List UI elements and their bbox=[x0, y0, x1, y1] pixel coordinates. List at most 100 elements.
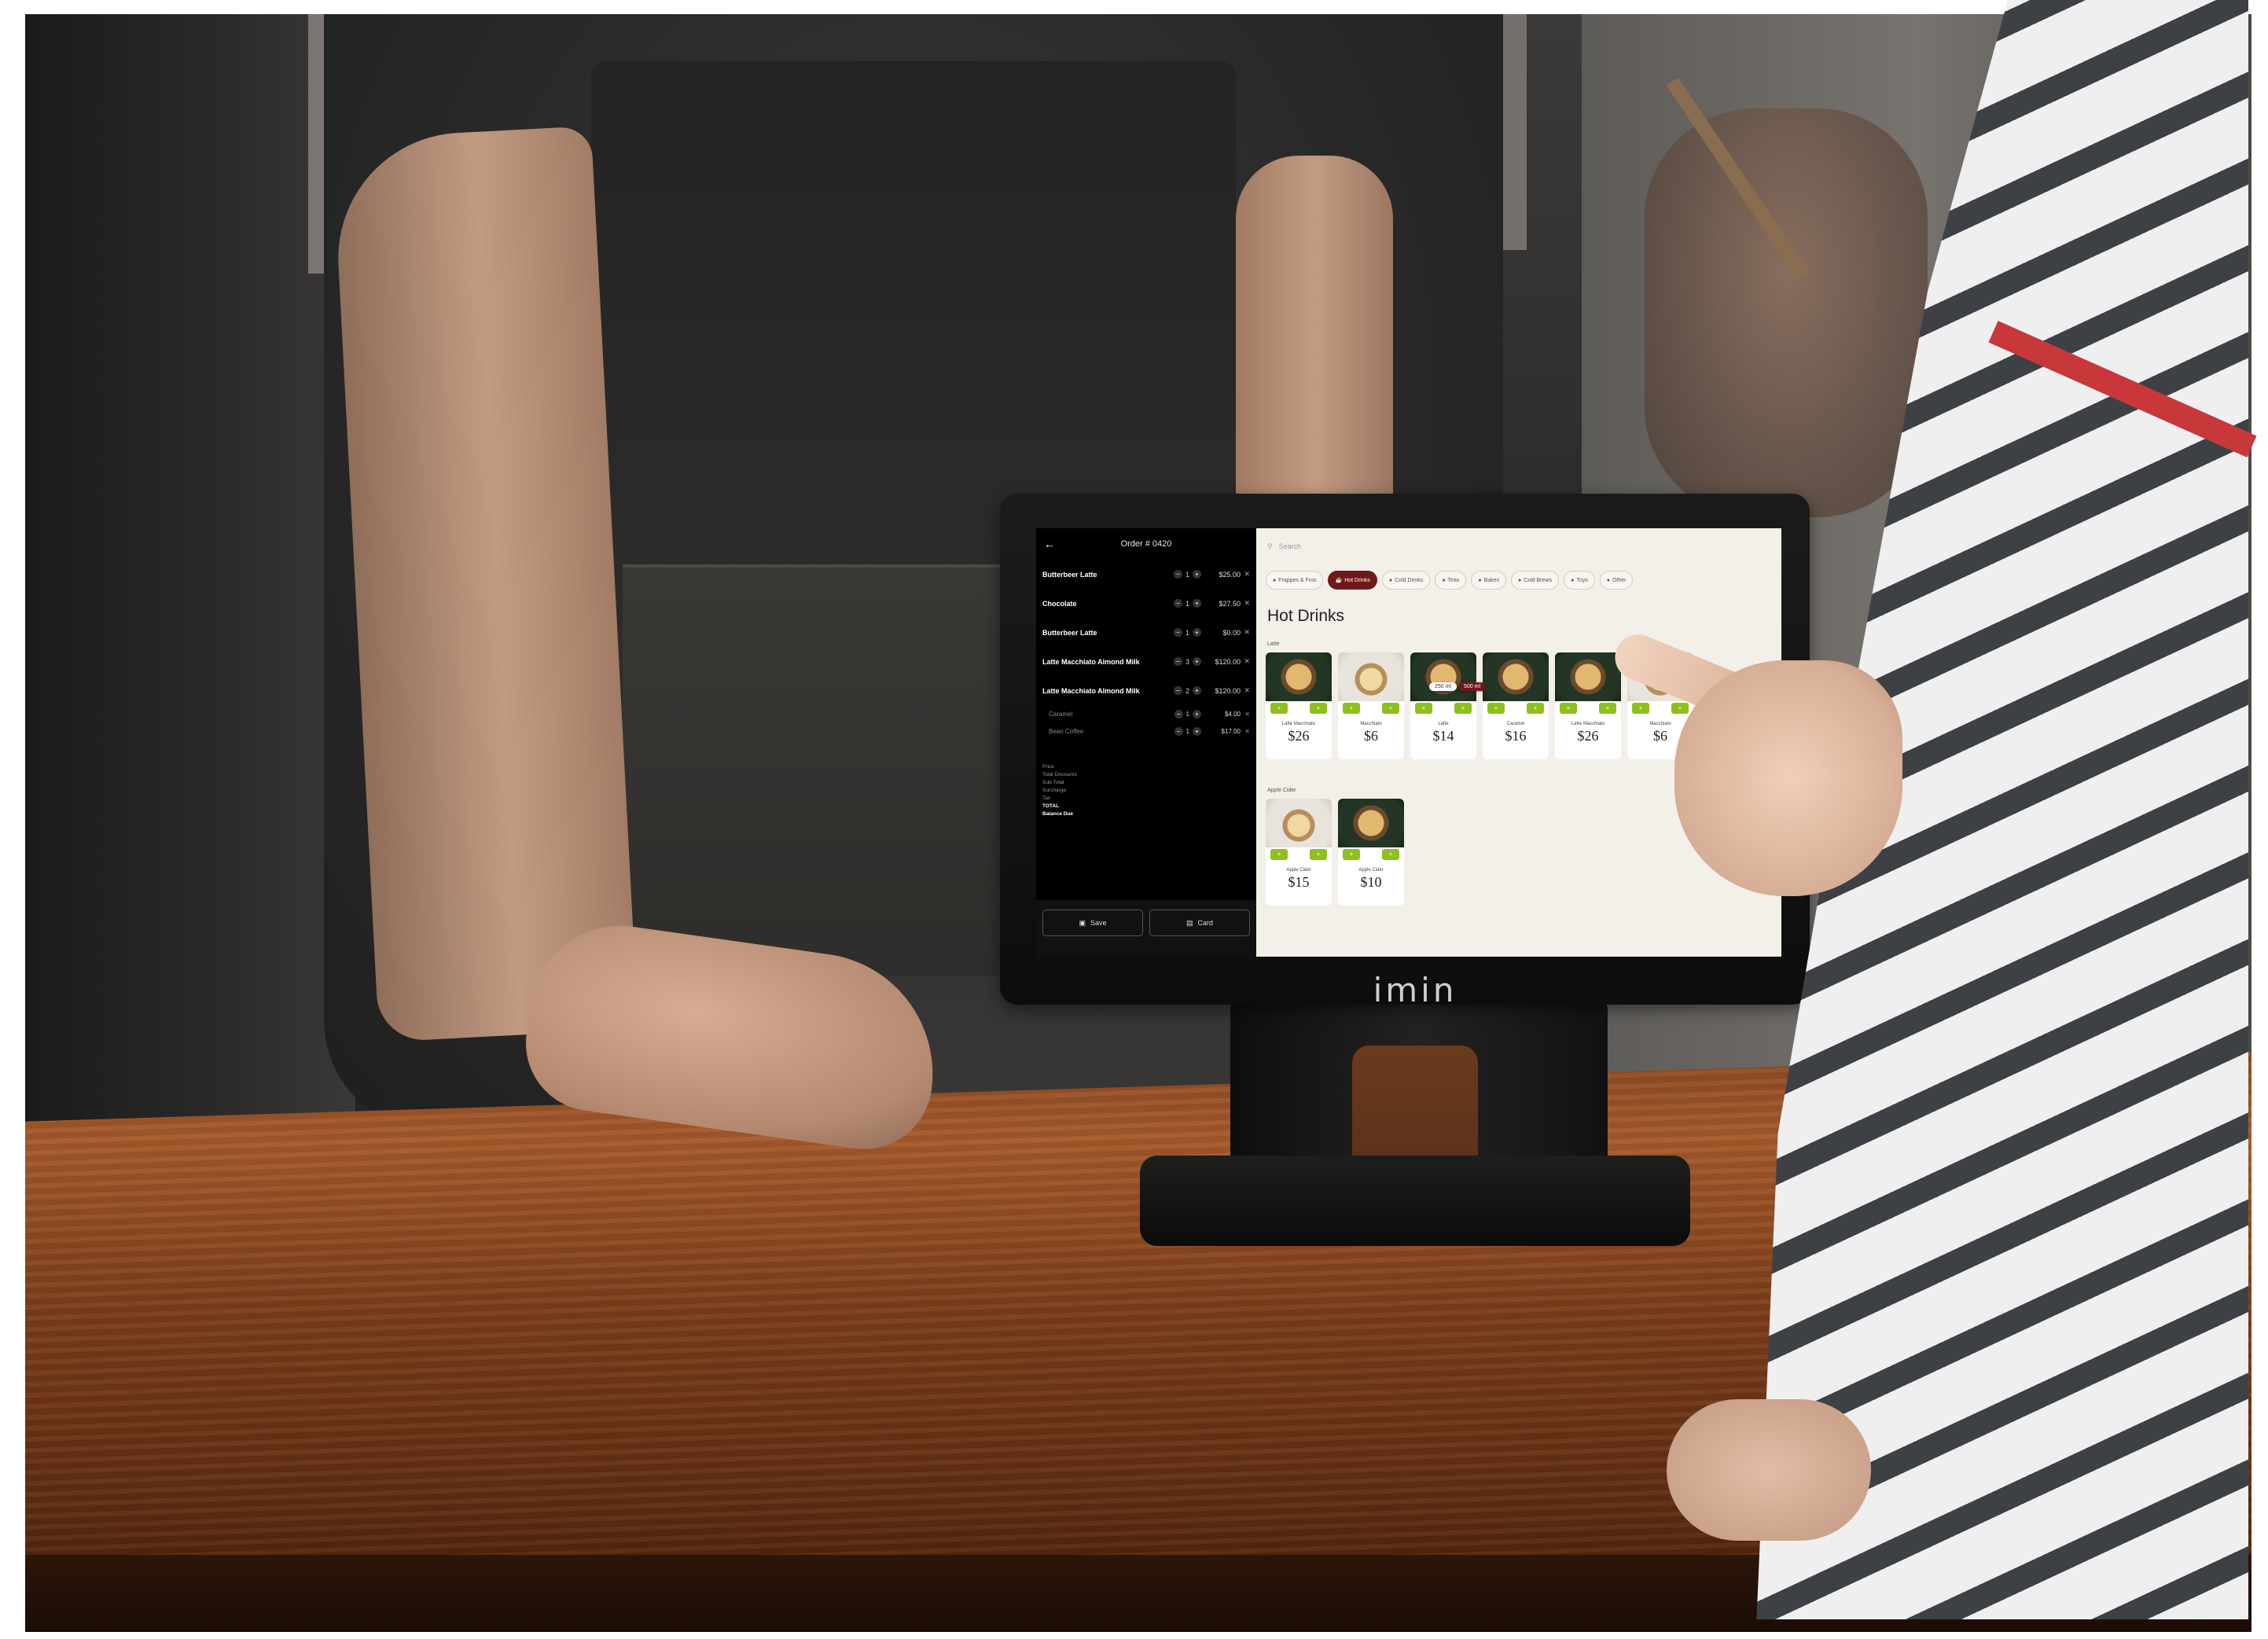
product-image bbox=[1266, 799, 1332, 847]
summary-row: Sub-Total bbox=[1042, 780, 1064, 785]
save-button[interactable]: ▣ Save bbox=[1042, 910, 1143, 936]
tab-frappes[interactable]: ● Frappes & Fros bbox=[1266, 571, 1324, 590]
order-item-price: $0.00 bbox=[1222, 628, 1241, 637]
order-item[interactable]: Butterbeer Latte −1 + $0.00 ✕ bbox=[1036, 618, 1256, 647]
remove-icon[interactable]: ✕ bbox=[1241, 628, 1250, 637]
tab-cold-drinks[interactable]: ● Cold Drinks bbox=[1381, 571, 1431, 590]
remove-icon[interactable]: ✕ bbox=[1241, 711, 1250, 718]
add-icon[interactable]: + bbox=[1487, 703, 1505, 714]
plus-button[interactable]: + bbox=[1193, 709, 1201, 718]
product-card[interactable]: + + Latte Macchiato $26 bbox=[1555, 652, 1621, 759]
order-item[interactable]: Butterbeer Latte −1 + $25.00 ✕ bbox=[1036, 560, 1256, 589]
product-card[interactable]: + + Caramel $16 bbox=[1483, 652, 1549, 759]
remove-icon[interactable]: ✕ bbox=[1241, 657, 1250, 666]
add-icon[interactable]: + bbox=[1270, 849, 1288, 860]
cup-icon: ☕ bbox=[1335, 578, 1343, 583]
add-icon[interactable]: + bbox=[1599, 703, 1616, 714]
minus-button[interactable]: − bbox=[1173, 628, 1182, 637]
add-icon[interactable]: + bbox=[1527, 703, 1544, 714]
minus-button[interactable]: − bbox=[1173, 599, 1182, 608]
minus-button[interactable]: − bbox=[1173, 657, 1182, 666]
order-item[interactable]: Latte Macchiato Almond Milk −2 + $120.00 … bbox=[1036, 676, 1256, 705]
order-item[interactable]: Latte Macchiato Almond Milk −3 + $120.00 … bbox=[1036, 647, 1256, 676]
plus-button[interactable]: + bbox=[1193, 726, 1201, 736]
background-wall-left bbox=[25, 14, 355, 1154]
sub-item-price: $4.00 bbox=[1224, 710, 1241, 718]
product-image bbox=[1338, 799, 1404, 847]
card-icon: ▤ bbox=[1185, 918, 1193, 927]
plus-button[interactable]: + bbox=[1193, 657, 1201, 666]
minus-button[interactable]: − bbox=[1173, 686, 1182, 695]
order-item-name: Latte Macchiato Almond Milk bbox=[1042, 686, 1140, 695]
add-icon[interactable]: + bbox=[1632, 703, 1649, 714]
product-name: Latte Macchiato bbox=[1571, 722, 1605, 726]
summary-row: Price bbox=[1042, 764, 1054, 770]
size-option[interactable]: 250 ml bbox=[1429, 682, 1457, 691]
order-item-qty: 3 bbox=[1185, 657, 1189, 666]
size-selector[interactable]: 250 ml 500 ml bbox=[1429, 682, 1487, 691]
product-card[interactable]: + + Apple Cider $15 bbox=[1266, 799, 1332, 906]
tab-cold-brews[interactable]: ● Cold Brews bbox=[1511, 571, 1560, 590]
product-card[interactable]: + + Latte Macchiato $26 bbox=[1266, 652, 1332, 759]
back-arrow-icon[interactable]: ← bbox=[1044, 538, 1068, 550]
order-sub-item[interactable]: Bean Coffee −1 + $17.00 ✕ bbox=[1036, 722, 1256, 740]
add-icon[interactable]: + bbox=[1454, 703, 1472, 714]
customer-lower-hand bbox=[1667, 1399, 1871, 1541]
minus-button[interactable]: − bbox=[1174, 726, 1183, 736]
add-icon[interactable]: + bbox=[1415, 703, 1432, 714]
product-price: $6 bbox=[1364, 728, 1378, 744]
size-option-selected[interactable]: 500 ml bbox=[1458, 682, 1487, 691]
product-card[interactable]: + + Macchiato $6 bbox=[1338, 652, 1404, 759]
product-name: Macchiato bbox=[1360, 722, 1382, 726]
order-item-price: $27.50 bbox=[1219, 599, 1241, 608]
product-card[interactable]: + + Apple Cider $10 bbox=[1338, 799, 1404, 906]
remove-icon[interactable]: ✕ bbox=[1241, 686, 1250, 695]
remove-icon[interactable]: ✕ bbox=[1241, 728, 1250, 735]
tab-hot-drinks[interactable]: ☕ Hot Drinks bbox=[1328, 571, 1377, 590]
product-price: $10 bbox=[1360, 874, 1382, 890]
add-icon[interactable]: + bbox=[1310, 849, 1327, 860]
sub-item-qty: 1 bbox=[1185, 710, 1189, 718]
add-icon[interactable]: + bbox=[1310, 703, 1327, 714]
remove-icon[interactable]: ✕ bbox=[1241, 599, 1250, 608]
card-button[interactable]: ▤ Card bbox=[1149, 910, 1250, 936]
add-icon[interactable]: + bbox=[1382, 849, 1399, 860]
order-item-qty: 2 bbox=[1185, 686, 1189, 695]
minus-button[interactable]: − bbox=[1173, 570, 1182, 579]
add-icon[interactable]: + bbox=[1671, 703, 1689, 714]
add-icon[interactable]: + bbox=[1560, 703, 1577, 714]
product-price: $14 bbox=[1432, 728, 1454, 744]
search-bar[interactable]: ⚲ Search bbox=[1267, 538, 1770, 555]
product-name: Apple Cider bbox=[1358, 868, 1384, 873]
minus-button[interactable]: − bbox=[1174, 709, 1183, 718]
product-image bbox=[1266, 652, 1332, 701]
save-icon: ▣ bbox=[1079, 918, 1086, 927]
order-item-qty: 1 bbox=[1185, 570, 1189, 579]
summary-balance-due: Balance Due bbox=[1042, 811, 1074, 817]
product-card[interactable]: + + Latte $14 bbox=[1410, 652, 1476, 759]
terminal-base bbox=[1140, 1156, 1690, 1246]
tab-other[interactable]: ● Other bbox=[1599, 571, 1634, 590]
product-price: $16 bbox=[1505, 728, 1527, 744]
product-image bbox=[1483, 652, 1549, 701]
remove-icon[interactable]: ✕ bbox=[1241, 570, 1250, 579]
order-item[interactable]: Chocolate −1 + $27.50 ✕ bbox=[1036, 589, 1256, 618]
add-icon[interactable]: + bbox=[1343, 849, 1360, 860]
add-icon[interactable]: + bbox=[1382, 703, 1399, 714]
plus-button[interactable]: + bbox=[1193, 570, 1201, 579]
order-item-name: Butterbeer Latte bbox=[1042, 570, 1097, 579]
add-icon[interactable]: + bbox=[1343, 703, 1360, 714]
order-sub-item[interactable]: Caramel −1 + $4.00 ✕ bbox=[1036, 705, 1256, 722]
product-image bbox=[1338, 652, 1404, 701]
tab-toys[interactable]: ● Toys bbox=[1564, 571, 1595, 590]
add-icon[interactable]: + bbox=[1270, 703, 1288, 714]
plus-button[interactable]: + bbox=[1193, 599, 1201, 608]
order-item-name: Chocolate bbox=[1042, 599, 1077, 608]
tab-bakes[interactable]: ● Bakes bbox=[1471, 571, 1507, 590]
tab-teas[interactable]: ● Teas bbox=[1435, 571, 1467, 590]
product-name: Apple Cider bbox=[1286, 868, 1311, 873]
plus-button[interactable]: + bbox=[1193, 628, 1201, 637]
group-label: Latte bbox=[1267, 641, 1280, 647]
category-icon: ● bbox=[1518, 577, 1522, 583]
plus-button[interactable]: + bbox=[1193, 686, 1201, 695]
